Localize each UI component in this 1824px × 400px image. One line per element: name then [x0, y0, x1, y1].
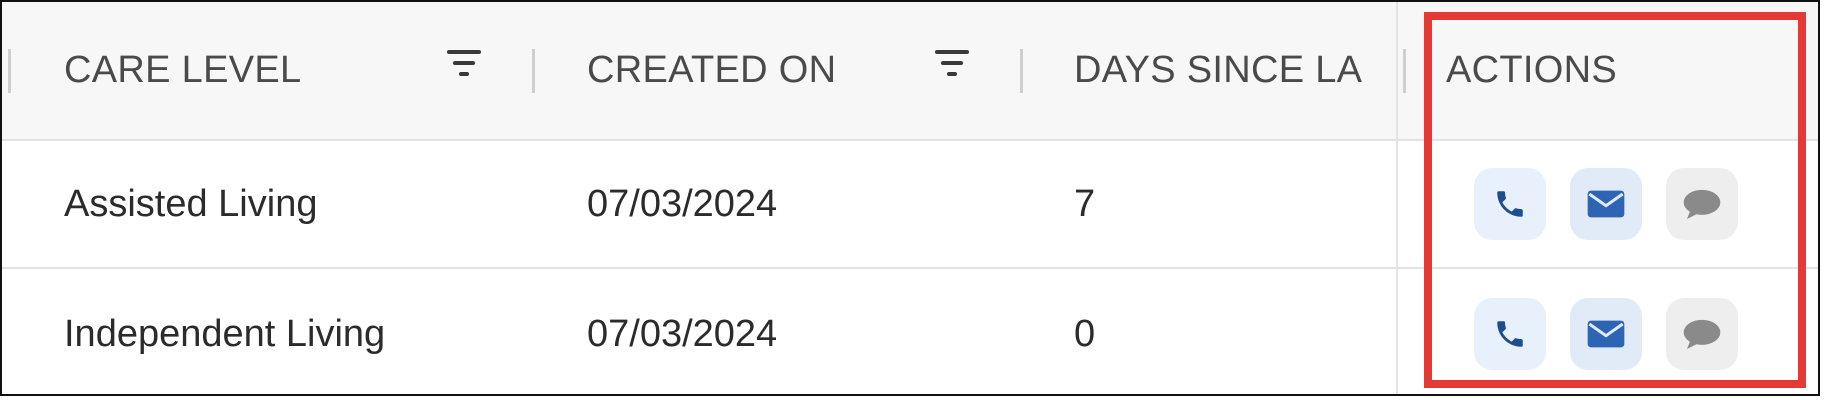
- table-row[interactable]: Independent Living 07/03/2024 0: [2, 269, 1818, 394]
- actions-column-divider: [1396, 2, 1398, 394]
- call-button[interactable]: [1474, 298, 1546, 370]
- row-actions: [1474, 141, 1738, 267]
- column-header-label: ACTIONS: [1446, 49, 1618, 91]
- cell-created-on: 07/03/2024: [587, 182, 778, 225]
- phone-icon: [1497, 191, 1523, 217]
- table-row[interactable]: Assisted Living 07/03/2024 7: [2, 141, 1818, 269]
- column-separator[interactable]: [8, 49, 11, 93]
- filter-icon[interactable]: [934, 46, 970, 80]
- message-button[interactable]: [1666, 298, 1738, 370]
- table-header-row: CARE LEVEL CREATED ON DAYS SINCE LA ACTI…: [2, 2, 1818, 141]
- column-separator[interactable]: [1020, 49, 1023, 93]
- column-header-days-since-last[interactable]: DAYS SINCE LA: [1074, 2, 1394, 139]
- cell-care-level: Assisted Living: [64, 182, 318, 225]
- envelope-icon: [1587, 320, 1625, 348]
- row-actions: [1474, 269, 1738, 394]
- cell-care-level: Independent Living: [64, 312, 386, 355]
- chat-bubble-icon: [1683, 319, 1721, 349]
- cell-days-since: 0: [1074, 312, 1096, 355]
- column-header-label: CARE LEVEL: [64, 49, 302, 91]
- data-table: CARE LEVEL CREATED ON DAYS SINCE LA ACTI…: [0, 0, 1820, 396]
- cell-days-since: 7: [1074, 182, 1096, 225]
- envelope-icon: [1587, 190, 1625, 218]
- column-separator[interactable]: [532, 49, 535, 93]
- chat-bubble-icon: [1683, 189, 1721, 219]
- message-button[interactable]: [1666, 168, 1738, 240]
- email-button[interactable]: [1570, 298, 1642, 370]
- call-button[interactable]: [1474, 168, 1546, 240]
- column-header-actions: ACTIONS: [1446, 2, 1806, 139]
- column-separator[interactable]: [1403, 49, 1406, 93]
- column-header-label: DAYS SINCE LA: [1074, 49, 1363, 91]
- cell-created-on: 07/03/2024: [587, 312, 778, 355]
- phone-icon: [1497, 321, 1523, 347]
- filter-icon[interactable]: [446, 46, 482, 80]
- email-button[interactable]: [1570, 168, 1642, 240]
- column-header-label: CREATED ON: [587, 49, 837, 91]
